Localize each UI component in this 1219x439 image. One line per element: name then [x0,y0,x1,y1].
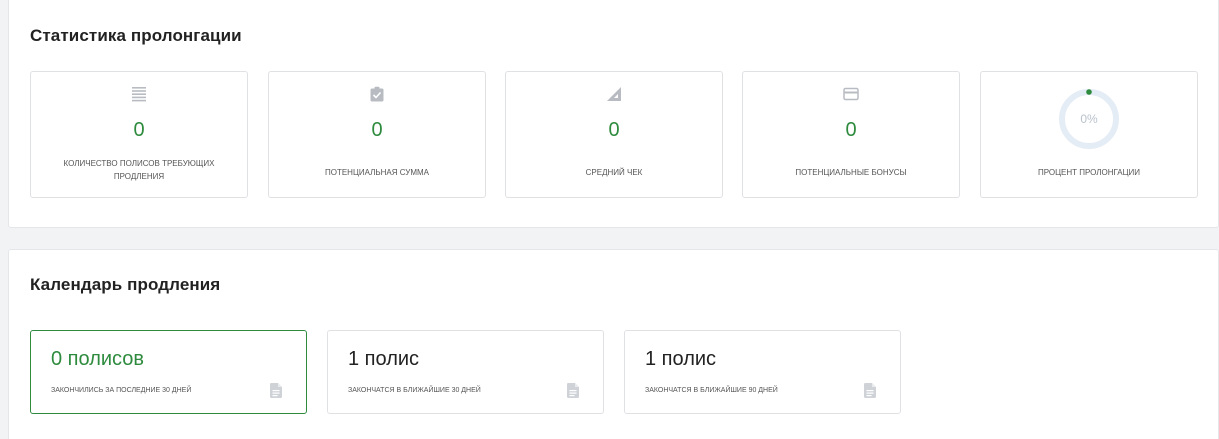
stat-card-potential-bonuses[interactable]: 0 потенциальные бонусы [742,71,960,198]
triangle-ruler-icon [606,86,622,102]
stat-card-prolongation-percent[interactable]: 0% процент пролонгации [980,71,1198,198]
stat-value: 0 [133,119,145,141]
renewal-calendar-panel: Календарь продления 0 полисов закончилис… [8,249,1219,439]
stat-value: 0 [845,119,857,141]
calendar-card-expiring-90[interactable]: 1 полис закончатся в ближайшие 90 дней [624,330,901,414]
stat-label: потенциальная сумма [324,168,430,177]
stat-value: 0 [371,119,383,141]
stat-card-policies-count[interactable]: 0 количество полисов требующих продления [30,71,248,198]
document-icon[interactable] [567,383,579,398]
clipboard-check-icon [369,86,385,102]
stat-label: процент пролонгации [1037,168,1141,177]
stats-title: Статистика пролонгации [30,26,242,45]
document-icon[interactable] [864,383,876,398]
stat-label: количество полисов требующих продления [63,159,215,181]
credit-card-icon [843,86,859,102]
policy-count: 0 полисов [51,348,145,370]
stat-card-potential-sum[interactable]: 0 потенциальная сумма [268,71,486,198]
policy-count: 1 полис [645,348,717,370]
document-icon[interactable] [270,383,282,398]
period-label: закончатся в ближайшие 30 дней [348,387,481,394]
calendar-card-expiring-30[interactable]: 1 полис закончатся в ближайшие 30 дней [327,330,604,414]
progress-ring-icon: 0% [1057,87,1121,151]
period-label: закончатся в ближайшие 90 дней [645,387,778,394]
stat-label: потенциальные бонусы [795,168,907,177]
stat-value: 0 [608,119,620,141]
list-icon [131,86,147,102]
prolongation-stats-panel: Статистика пролонгации 0 количество поли… [8,0,1219,228]
calendar-card-expired-30[interactable]: 0 полисов закончились за последние 30 дн… [30,330,307,414]
stat-label: средний чек [585,168,643,177]
stat-card-average-check[interactable]: 0 средний чек [505,71,723,198]
policy-count: 1 полис [348,348,420,370]
period-label: закончились за последние 30 дней [51,387,192,394]
percent-value: 0% [1080,112,1098,126]
calendar-title: Календарь продления [30,275,221,294]
